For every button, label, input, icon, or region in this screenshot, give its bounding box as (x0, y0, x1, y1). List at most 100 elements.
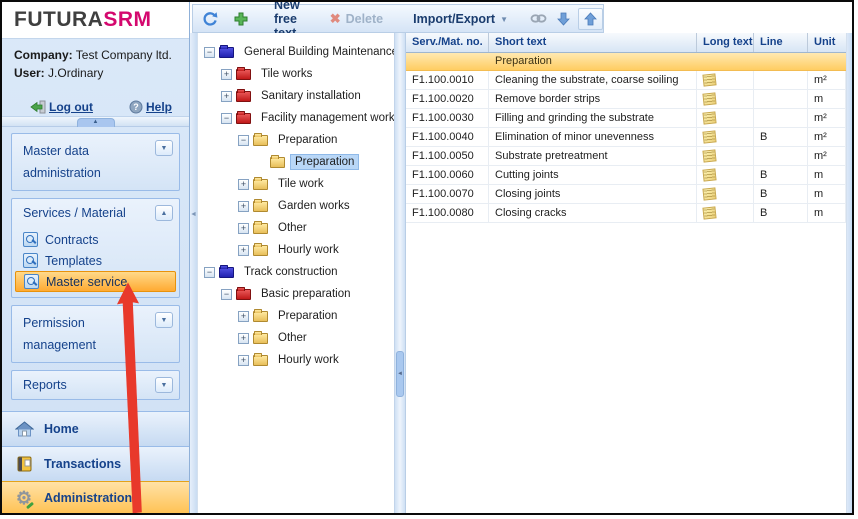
note-icon[interactable] (702, 73, 716, 86)
tree-scrollbar[interactable]: ◄ (394, 33, 406, 513)
note-icon[interactable] (702, 149, 716, 162)
tree-node[interactable]: + Other (198, 327, 394, 349)
tree-node[interactable]: + Hourly work (198, 239, 394, 261)
tree-node-label[interactable]: General Building Maintenance (240, 45, 394, 59)
right-scroll-strip[interactable] (846, 33, 852, 513)
expand-node-icon[interactable]: + (238, 223, 249, 234)
panel-collapse-strip[interactable]: ◄ (190, 33, 198, 513)
sidebar-item-contracts[interactable]: Contracts (15, 229, 176, 250)
table-row[interactable]: F1.100.0040Elimination of minor unevenne… (406, 128, 846, 147)
table-row[interactable]: F1.100.0010Cleaning the substrate, coars… (406, 71, 846, 90)
link-button[interactable] (530, 13, 547, 24)
tree-node-label[interactable]: Other (274, 221, 311, 235)
panel-reports[interactable]: Reports ▼ (11, 370, 180, 400)
plus-icon (234, 12, 248, 26)
table-row[interactable]: F1.100.0080Closing cracksBm (406, 204, 846, 223)
chevron-down-icon[interactable]: ▼ (155, 140, 173, 156)
table-row[interactable]: F1.100.0070Closing jointsBm (406, 185, 846, 204)
panel-title: Permission management (23, 312, 135, 356)
chevron-up-icon[interactable]: ▲ (155, 205, 173, 221)
table-row[interactable]: F1.100.0020Remove border stripsm (406, 90, 846, 109)
logout-link[interactable]: Log out (30, 100, 93, 114)
collapse-node-icon[interactable]: − (221, 113, 232, 124)
expand-node-icon[interactable]: + (238, 311, 249, 322)
nav-transactions[interactable]: Transactions (2, 446, 189, 481)
chevron-down-icon[interactable]: ▼ (155, 312, 173, 328)
delete-button[interactable]: ✖ Delete (330, 11, 383, 27)
tree-node-label[interactable]: Facility management works (257, 111, 394, 125)
column-header[interactable]: Serv./Mat. no. (406, 33, 489, 52)
tree-node[interactable]: + Tile works (198, 63, 394, 85)
note-icon[interactable] (702, 187, 716, 200)
tree-node-label[interactable]: Preparation (274, 309, 341, 323)
collapse-node-icon[interactable]: − (238, 135, 249, 146)
import-export-button[interactable]: Import/Export ▼ (413, 12, 508, 26)
table-row[interactable]: F1.100.0030Filling and grinding the subs… (406, 109, 846, 128)
column-header[interactable]: Unit (808, 33, 846, 52)
tree-node[interactable]: − Track construction (198, 261, 394, 283)
help-link[interactable]: ? Help (129, 100, 172, 114)
move-up-button[interactable] (578, 8, 603, 30)
expand-node-icon[interactable]: + (238, 355, 249, 366)
tree-node[interactable]: − Preparation (198, 129, 394, 151)
nav-administration[interactable]: ⚙ Administration (2, 481, 189, 513)
panel-title: Services / Material (23, 205, 126, 221)
tree-node-label[interactable]: Track construction (240, 265, 342, 279)
collapse-node-icon[interactable]: − (204, 47, 215, 58)
scrollbar-thumb[interactable]: ◄ (396, 351, 404, 397)
panel-permission-management[interactable]: Permission management ▼ (11, 305, 180, 363)
chevron-down-icon[interactable]: ▼ (155, 377, 173, 393)
expand-node-icon[interactable]: + (221, 91, 232, 102)
nav-label: Transactions (44, 457, 121, 471)
tree-node[interactable]: + Tile work (198, 173, 394, 195)
note-icon[interactable] (702, 111, 716, 124)
refresh-button[interactable] (202, 11, 218, 27)
tree-node-label[interactable]: Tile work (274, 177, 328, 191)
tree-node-label[interactable]: Tile works (257, 67, 316, 81)
sidebar-splitter[interactable]: ▲ (2, 116, 189, 127)
tree-node[interactable]: + Other (198, 217, 394, 239)
expand-node-icon[interactable]: + (238, 245, 249, 256)
move-down-button[interactable] (557, 12, 570, 26)
collapse-node-icon[interactable]: − (204, 267, 215, 278)
tree-node-label[interactable]: Other (274, 331, 311, 345)
tree-node-label[interactable]: Preparation (274, 133, 341, 147)
panel-services-material[interactable]: Services / Material ▲ Contracts Template… (11, 198, 180, 298)
expand-node-icon[interactable]: + (238, 179, 249, 190)
collapse-arrow-icon[interactable]: ◄ (190, 211, 197, 218)
tree-node-label[interactable]: Basic preparation (257, 287, 355, 301)
nav-home[interactable]: Home (2, 411, 189, 446)
column-header[interactable]: Long text (697, 33, 754, 52)
expand-node-icon[interactable]: + (238, 201, 249, 212)
note-icon[interactable] (702, 92, 716, 105)
sidebar-item-templates[interactable]: Templates (15, 250, 176, 271)
tree-node[interactable]: Preparation (198, 151, 394, 173)
expand-node-icon[interactable]: + (221, 69, 232, 80)
column-header[interactable]: Line type (754, 33, 808, 52)
add-button[interactable] (234, 12, 248, 26)
tree-node[interactable]: + Garden works (198, 195, 394, 217)
tree-node-label[interactable]: Hourly work (274, 243, 343, 257)
sidebar-item-master-service[interactable]: Master service (15, 271, 176, 292)
tree-node[interactable]: − Basic preparation (198, 283, 394, 305)
tree-node[interactable]: + Hourly work (198, 349, 394, 371)
tree-node[interactable]: + Sanitary installation (198, 85, 394, 107)
tree-node-label[interactable]: Sanitary installation (257, 89, 365, 103)
tree-node[interactable]: + Preparation (198, 305, 394, 327)
expand-node-icon[interactable]: + (238, 333, 249, 344)
collapse-handle-icon[interactable]: ▲ (77, 118, 115, 127)
tree-node[interactable]: − Facility management works (198, 107, 394, 129)
table-row[interactable]: F1.100.0050Substrate pretreatmentm² (406, 147, 846, 166)
collapse-node-icon[interactable]: − (221, 289, 232, 300)
tree-node-label[interactable]: Garden works (274, 199, 354, 213)
column-header[interactable]: Short text (489, 33, 697, 52)
tree-node-label[interactable]: Hourly work (274, 353, 343, 367)
panel-master-data-administration[interactable]: Master data administration ▼ (11, 133, 180, 191)
note-icon[interactable] (702, 168, 716, 181)
brand-primary-text: FUTURA (14, 8, 103, 32)
tree-node[interactable]: − General Building Maintenance (198, 41, 394, 63)
table-row[interactable]: F1.100.0060Cutting jointsBm (406, 166, 846, 185)
note-icon[interactable] (702, 206, 716, 219)
note-icon[interactable] (702, 130, 716, 143)
tree-node-label[interactable]: Preparation (291, 155, 358, 169)
